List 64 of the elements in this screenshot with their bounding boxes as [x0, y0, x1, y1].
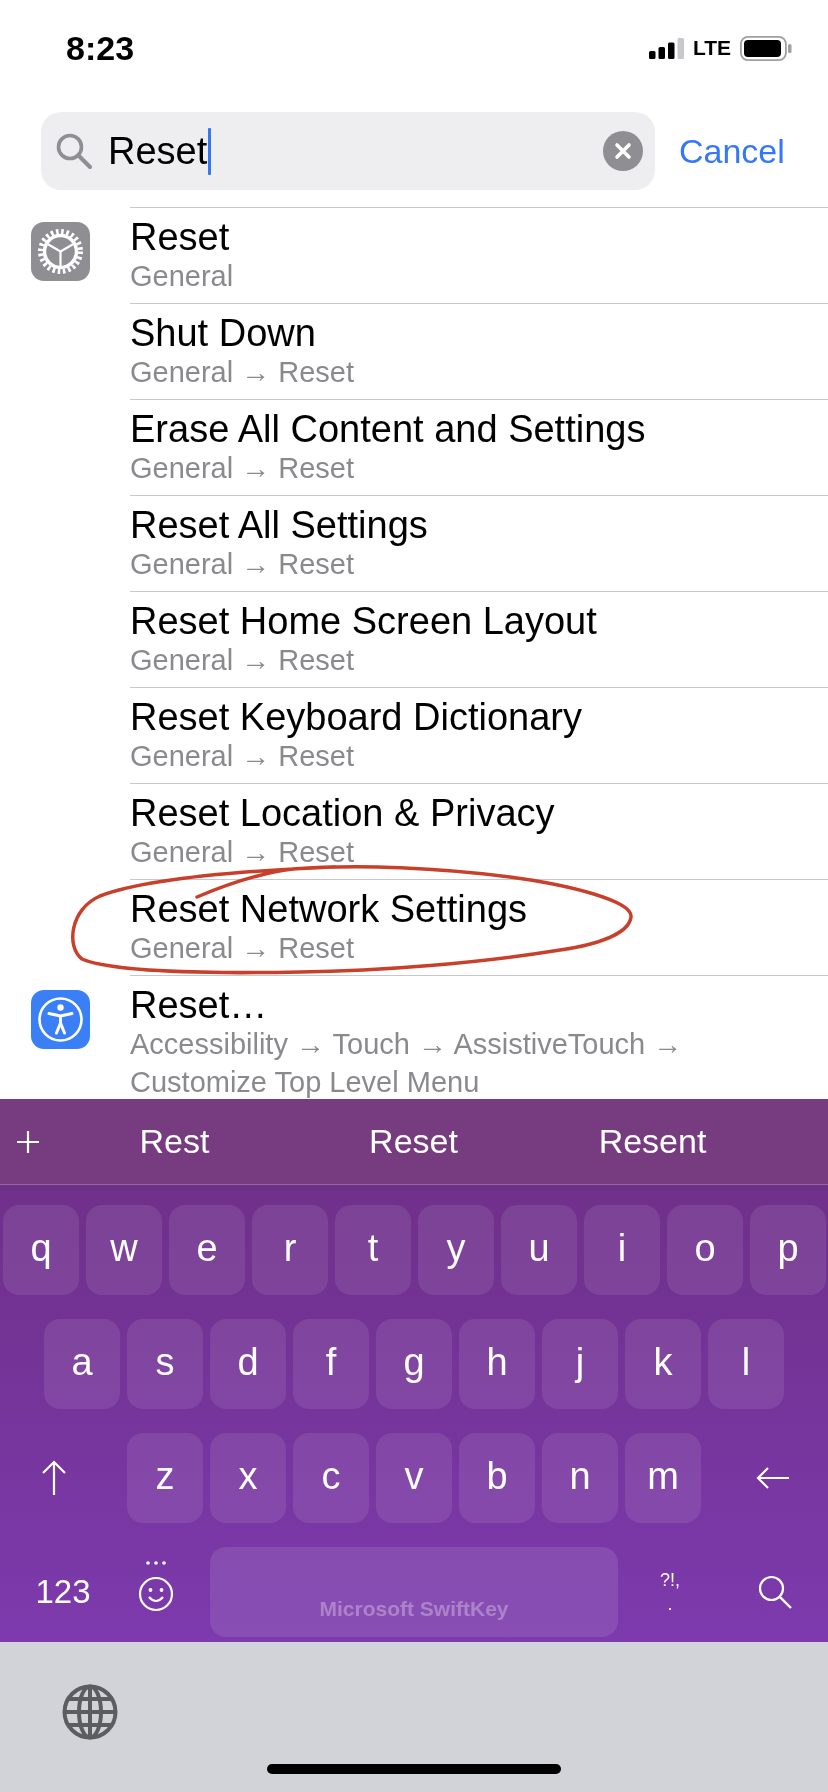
keyboard-key[interactable]: j — [542, 1319, 618, 1409]
result-path: Accessibility → Touch → AssistiveTouch → Customize Top Level Menu — [130, 1027, 684, 1099]
plus-icon[interactable] — [15, 1129, 40, 1154]
result-title[interactable]: Erase All Content and Settings — [130, 409, 808, 449]
result-title[interactable]: Reset Network Settings — [130, 889, 808, 929]
numbers-key[interactable]: 123 — [35, 1573, 91, 1611]
up-arrow-icon[interactable] — [41, 1460, 67, 1496]
result-path: General — [130, 259, 235, 294]
result-path: General → Reset — [130, 451, 356, 486]
battery-icon — [740, 35, 792, 61]
keyboard-key[interactable]: r — [252, 1205, 328, 1295]
search-icon[interactable] — [758, 1575, 792, 1609]
search-field[interactable]: Reset — [41, 112, 655, 190]
result-path: General → Reset — [130, 835, 356, 870]
keyboard-key[interactable]: v — [376, 1433, 452, 1523]
search-icon — [55, 132, 93, 170]
gear-icon — [31, 222, 90, 281]
keyboard-key[interactable]: s — [127, 1319, 203, 1409]
result-title[interactable]: Shut Down — [130, 313, 808, 353]
clear-icon[interactable] — [603, 131, 643, 171]
signal-icon — [648, 37, 685, 59]
result-path: General → Reset — [130, 355, 356, 390]
keyboard-key[interactable]: x — [210, 1433, 286, 1523]
keyboard-key[interactable]: i — [584, 1205, 660, 1295]
result-title[interactable]: Reset — [130, 217, 808, 257]
keyboard-key[interactable]: o — [667, 1205, 743, 1295]
result-title[interactable]: Reset Location & Privacy — [130, 793, 808, 833]
left-arrow-icon[interactable] — [756, 1467, 790, 1489]
result-title[interactable]: Reset… — [130, 985, 808, 1025]
cancel-button[interactable]: Cancel — [679, 131, 785, 171]
keyboard-key[interactable]: u — [501, 1205, 577, 1295]
result-title[interactable]: Reset All Settings — [130, 505, 808, 545]
keyboard-key[interactable]: h — [459, 1319, 535, 1409]
keyboard-key[interactable]: p — [750, 1205, 826, 1295]
punctuation-key[interactable]: ?!, . — [660, 1570, 680, 1614]
keyboard-key[interactable]: m — [625, 1433, 701, 1523]
result-path: General → Reset — [130, 931, 356, 966]
suggestion-word[interactable]: Resent — [598, 1122, 707, 1161]
keyboard-key[interactable]: e — [169, 1205, 245, 1295]
network-label: LTE — [692, 36, 731, 60]
keyboard-key[interactable]: q — [3, 1205, 79, 1295]
keyboard-key[interactable]: t — [335, 1205, 411, 1295]
keyboard-key[interactable]: d — [210, 1319, 286, 1409]
keyboard-key[interactable]: k — [625, 1319, 701, 1409]
suggestion-word[interactable]: Reset — [369, 1122, 458, 1161]
status-time: 8:23 — [66, 28, 135, 68]
result-path: General → Reset — [130, 547, 356, 582]
keyboard-key[interactable]: a — [44, 1319, 120, 1409]
keyboard-key[interactable]: b — [459, 1433, 535, 1523]
keyboard-key[interactable]: w — [86, 1205, 162, 1295]
globe-icon[interactable] — [62, 1684, 118, 1740]
keyboard-key[interactable]: n — [542, 1433, 618, 1523]
keyboard-key[interactable]: c — [293, 1433, 369, 1523]
result-title[interactable]: Reset Home Screen Layout — [130, 601, 808, 641]
result-title[interactable]: Reset Keyboard Dictionary — [130, 697, 808, 737]
keyboard-key[interactable]: f — [293, 1319, 369, 1409]
keyboard-key[interactable]: g — [376, 1319, 452, 1409]
result-path: General → Reset — [130, 739, 356, 774]
result-path: General → Reset — [130, 643, 356, 678]
suggestion-word[interactable]: Rest — [139, 1122, 210, 1161]
keyboard-key[interactable]: z — [127, 1433, 203, 1523]
keyboard-key[interactable]: y — [418, 1205, 494, 1295]
smiley-icon[interactable] — [138, 1560, 174, 1612]
keyboard-key[interactable]: l — [708, 1319, 784, 1409]
